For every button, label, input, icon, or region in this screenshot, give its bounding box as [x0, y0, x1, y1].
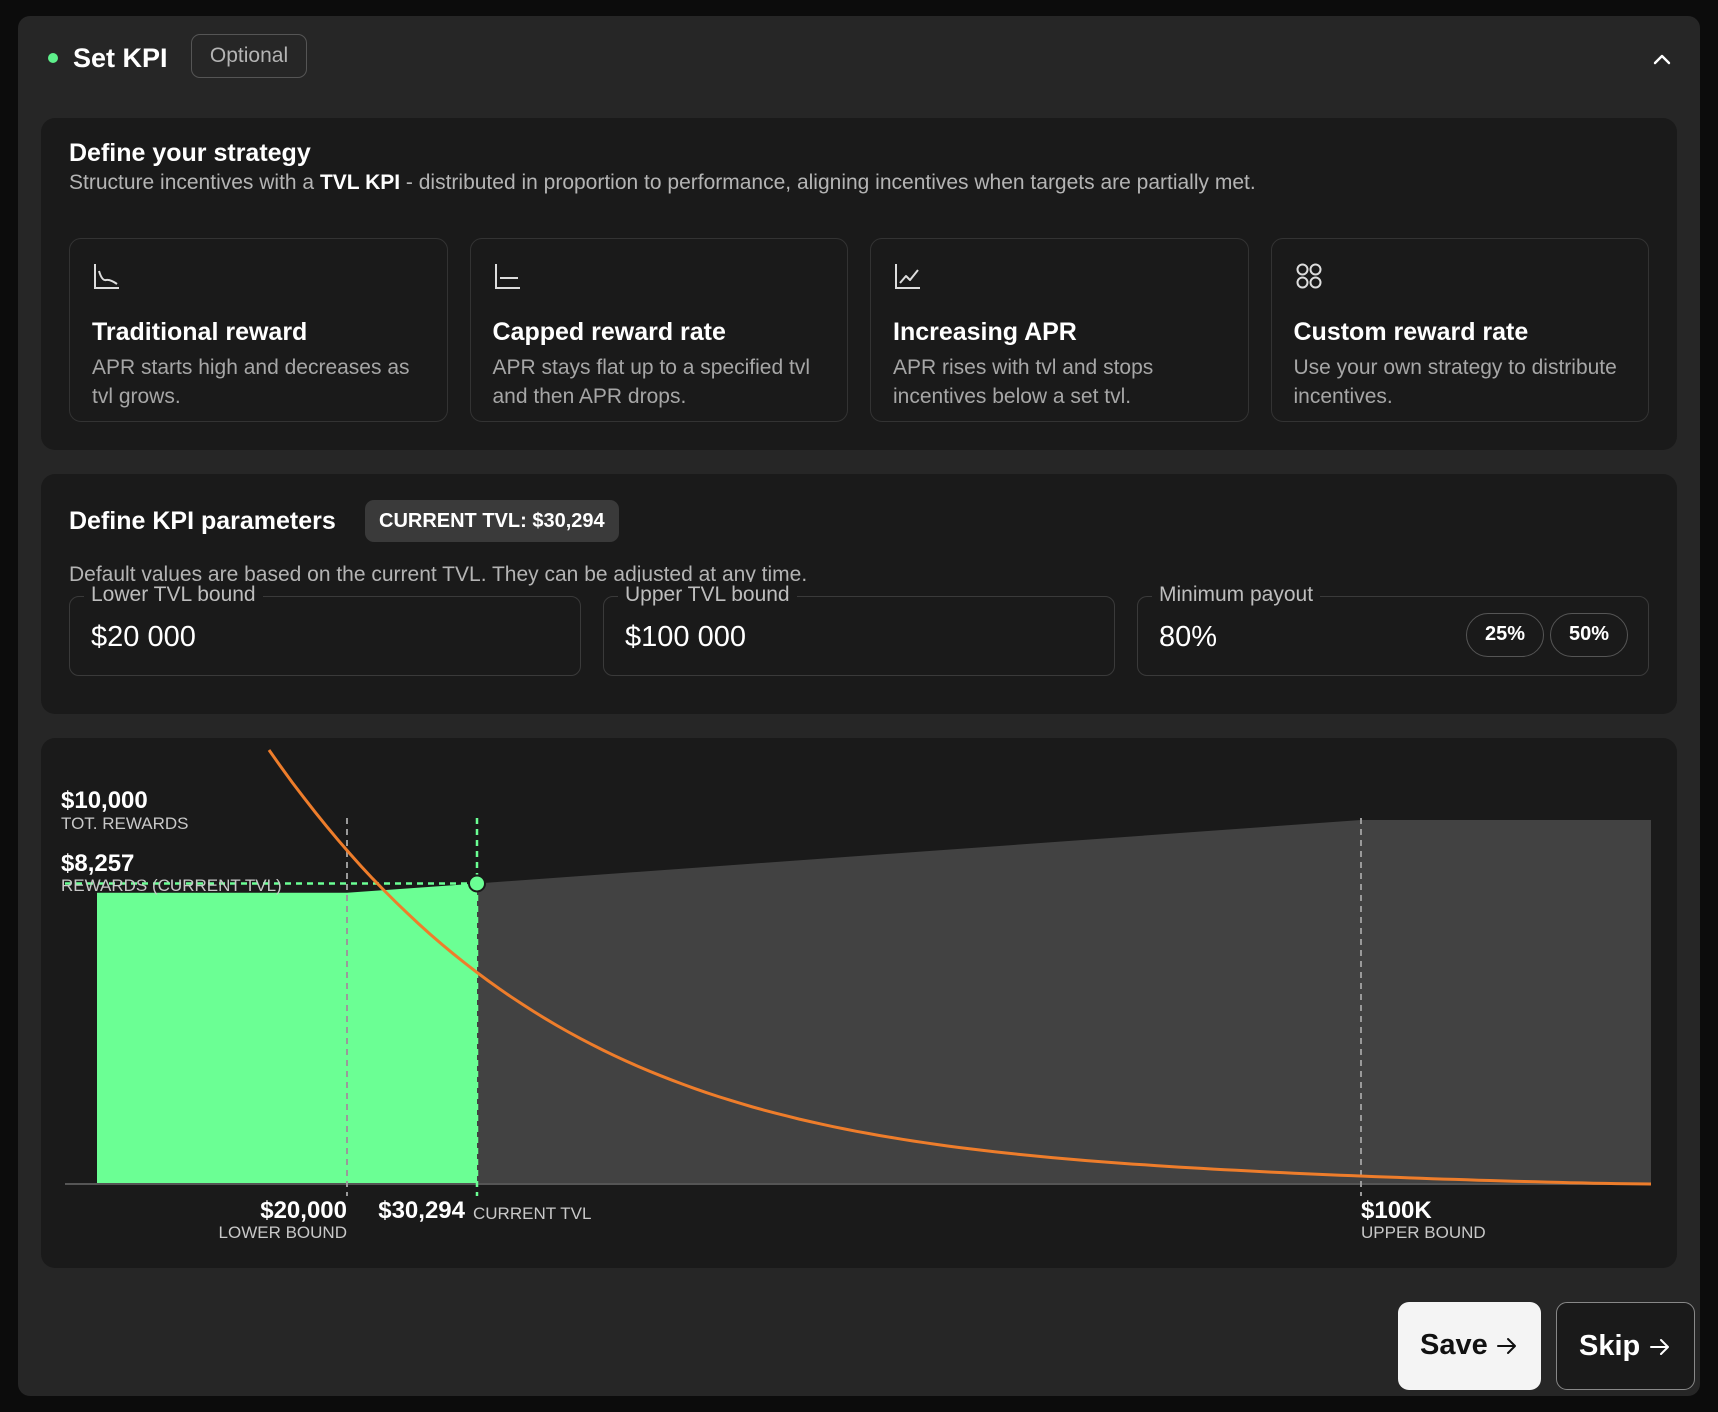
field-label: Lower TVL bound — [84, 582, 263, 608]
achieved-rewards-area — [97, 883, 477, 1184]
strategy-option-traditional[interactable]: Traditional reward APR starts high and d… — [69, 238, 448, 422]
lower-tvl-bound-field[interactable]: Lower TVL bound $20 000 — [69, 582, 581, 676]
kpi-fields: Lower TVL bound $20 000 Upper TVL bound … — [69, 582, 1649, 676]
upper-bound-value: $100K — [1361, 1197, 1432, 1224]
rewards-chart[interactable]: $10,000TOT. REWARDS $8,257REWARDS (CURREN… — [41, 738, 1677, 1268]
strategy-option-title: Traditional reward — [92, 318, 308, 346]
strategy-option-desc: APR starts high and decreases as tvl gro… — [92, 356, 410, 408]
field-label: Upper TVL bound — [618, 582, 797, 608]
lower-tvl-bound-input[interactable]: $20 000 — [91, 619, 196, 655]
chart-increasing-icon — [895, 264, 920, 289]
remaining-rewards-area — [477, 820, 1651, 1184]
arrow-right-icon — [1497, 1338, 1516, 1354]
current-tvl-caption: CURRENT TVL — [473, 1204, 591, 1223]
strategy-option-desc: Use your own strategy to distribute ince… — [1293, 356, 1617, 408]
panel-title: Set KPI — [73, 43, 168, 73]
minimum-payout-field[interactable]: Minimum payout 80% 25% 50% — [1137, 582, 1649, 676]
lower-bound-caption: LOWER BOUND — [219, 1223, 347, 1242]
strategy-option-custom[interactable]: Custom reward rate Use your own strategy… — [1270, 238, 1649, 422]
upper-bound-caption: UPPER BOUND — [1361, 1223, 1486, 1242]
total-rewards-caption: TOT. REWARDS — [61, 814, 189, 833]
grid-circles-icon — [1296, 263, 1321, 289]
strategy-option-capped[interactable]: Capped reward rate APR stays flat up to … — [469, 238, 848, 422]
chart-decreasing-icon — [94, 264, 119, 289]
optional-badge: Optional — [191, 34, 307, 78]
kpi-parameters-section: Define KPI parameters CURRENT TVL: $30,2… — [41, 474, 1677, 714]
minimum-payout-input[interactable]: 80% — [1159, 619, 1217, 655]
total-rewards-value: $10,000 — [61, 787, 148, 814]
strategy-description: Structure incentives with a TVL KPI - di… — [69, 171, 1256, 194]
panel-header[interactable]: Set KPI Optional — [18, 16, 1700, 116]
arrow-right-icon — [1650, 1339, 1669, 1355]
current-tvl-point — [468, 874, 486, 893]
strategy-option-title: Increasing APR — [893, 318, 1077, 346]
current-tvl-badge: CURRENT TVL: $30,294 — [365, 500, 619, 542]
strategy-section: Define your strategy Structure incentive… — [41, 118, 1677, 450]
chart-capped-icon — [494, 264, 520, 289]
chevron-up-icon[interactable] — [1650, 48, 1674, 72]
kpi-parameters-title: Define KPI parameters — [69, 507, 336, 535]
current-rewards-value: $8,257 — [61, 850, 134, 877]
strategy-option-title: Capped reward rate — [492, 318, 726, 346]
set-kpi-panel: Set KPI Optional Define your strategy St… — [18, 16, 1700, 1396]
lower-bound-value: $20,000 — [260, 1197, 347, 1224]
upper-tvl-bound-input[interactable]: $100 000 — [625, 619, 746, 655]
strategy-options: Traditional reward APR starts high and d… — [69, 238, 1649, 422]
payout-25-chip[interactable]: 25% — [1466, 613, 1544, 657]
upper-tvl-bound-field[interactable]: Upper TVL bound $100 000 — [603, 582, 1115, 676]
field-label: Minimum payout — [1152, 582, 1321, 608]
strategy-option-increasing[interactable]: Increasing APR APR rises with tvl and st… — [870, 238, 1249, 422]
current-tvl-value: $30,294 — [378, 1197, 465, 1224]
strategy-option-title: Custom reward rate — [1293, 318, 1529, 346]
current-rewards-caption: REWARDS (CURRENT TVL) — [61, 876, 282, 895]
strategy-title: Define your strategy — [69, 139, 311, 167]
payout-50-chip[interactable]: 50% — [1550, 613, 1628, 657]
save-button[interactable]: Save — [1398, 1302, 1541, 1390]
strategy-option-desc: APR rises with tvl and stops incentives … — [893, 356, 1154, 408]
rewards-chart-section: $10,000 TOT. REWARDS $8,257 REWARDS (CURREN… — [41, 738, 1677, 1268]
status-dot — [48, 53, 58, 63]
strategy-option-desc: APR stays flat up to a specified tvl and… — [492, 356, 810, 408]
skip-button[interactable]: Skip — [1556, 1302, 1695, 1390]
